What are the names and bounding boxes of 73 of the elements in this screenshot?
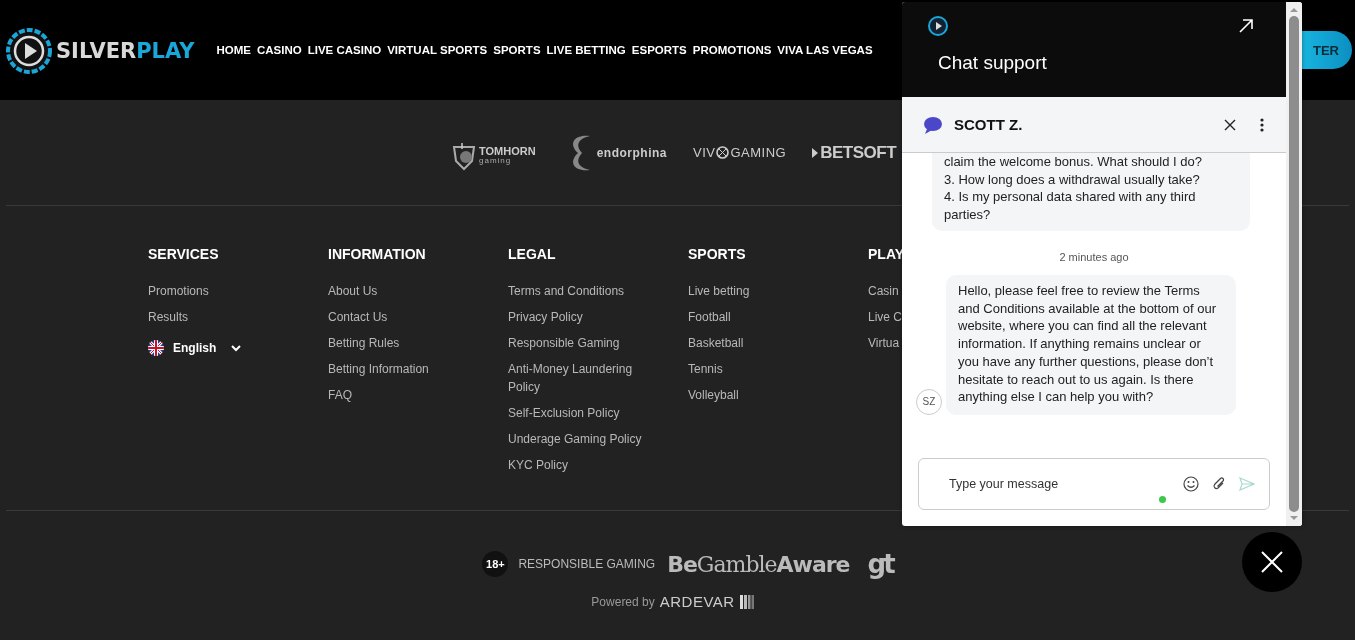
column-heading: SERVICES <box>148 246 219 262</box>
nav-link[interactable]: CASINO <box>256 44 302 56</box>
footer-link[interactable]: Results <box>148 308 188 326</box>
language-selector[interactable]: English <box>173 341 217 355</box>
tomhorn-logo-subtext: gaming <box>479 157 513 165</box>
nav-link[interactable]: SPORTS <box>493 44 541 56</box>
expand-icon[interactable] <box>1238 18 1254 34</box>
paperclip-icon[interactable] <box>1212 476 1226 492</box>
logo-text: SILVERPLAY <box>56 39 195 63</box>
nav-link[interactable]: VIVA LAS VEGAS <box>777 44 873 56</box>
close-chat-button[interactable] <box>1242 532 1302 592</box>
more-options-icon[interactable] <box>1260 117 1264 132</box>
chevron-down-icon[interactable] <box>231 344 242 352</box>
footer-link[interactable]: Promotions <box>148 282 209 300</box>
begambleaware-logo: BeGambleAware <box>667 551 850 577</box>
footer-link[interactable]: Volleyball <box>688 386 739 404</box>
vivo-logo-text: VIV <box>693 145 716 160</box>
play-logo-icon <box>928 16 948 36</box>
column-heading: SPORTS <box>688 246 746 262</box>
shield-logo-icon <box>452 140 476 171</box>
message-text-input[interactable]: Type your message <box>947 476 1170 492</box>
footer-link[interactable]: Contact Us <box>328 308 388 326</box>
nav-link[interactable]: ESPORTS <box>631 44 687 56</box>
nav-link[interactable]: PROMOTIONS <box>692 44 772 56</box>
footer-link[interactable]: Live C <box>868 308 902 326</box>
footer-link[interactable]: Underage Gaming Policy <box>508 430 642 448</box>
endorphina-logo-text: endorphina <box>596 145 667 160</box>
nav-link[interactable]: LIVE BETTING <box>546 44 626 56</box>
footer-link[interactable]: Basketball <box>688 334 744 352</box>
footer-link[interactable]: Football <box>688 308 731 326</box>
nav-link[interactable]: LIVE CASINO <box>307 44 382 56</box>
message-time: 2 minutes ago <box>1059 251 1129 263</box>
powered-by-text: Powered by <box>591 594 655 609</box>
footer-link[interactable]: About Us <box>328 282 378 300</box>
ball-icon <box>716 146 730 159</box>
tomhorn-logo-text: TOMHORN <box>479 146 536 157</box>
age-badge: 18+ <box>482 551 509 577</box>
footer-link[interactable]: Terms and Conditions <box>508 282 625 300</box>
chat-bubble-icon <box>922 114 944 135</box>
footer-link[interactable]: FAQ <box>328 386 352 404</box>
triangle-icon <box>812 147 819 158</box>
footer-link[interactable]: Anti-Money Laundering Policy <box>508 360 648 396</box>
column-heading: LEGAL <box>508 246 556 262</box>
emoji-icon[interactable] <box>1183 476 1199 492</box>
footer-link[interactable]: Live betting <box>688 282 750 300</box>
message-bubble: claim the welcome bonus. What should I do? 3. How long does a withdrawal usually take? 4. Is my personal data shared with any third parties? <box>932 153 1250 231</box>
bars-icon <box>739 594 754 609</box>
footer-link[interactable]: Virtua <box>868 334 900 352</box>
register-button[interactable]: TER <box>1302 31 1352 69</box>
gaming-logo-text: GAMING <box>730 145 787 160</box>
column-heading: PLAY <box>868 246 905 262</box>
ardevar-logo-text: ARDEVAR <box>659 593 735 610</box>
footer-link[interactable]: Self-Exclusion Policy <box>508 404 620 422</box>
betsoft-logo-text: BETSOFT <box>820 142 897 163</box>
nav-link[interactable]: HOME <box>216 44 251 56</box>
nav-link[interactable]: VIRTUAL SPORTS <box>387 44 488 56</box>
responsible-gaming-text: RESPONSIBLE GAMING <box>518 557 656 571</box>
column-heading: INFORMATION <box>328 246 426 262</box>
footer-link[interactable]: Privacy Policy <box>508 308 583 326</box>
agent-name: SCOTT Z. <box>954 116 1024 133</box>
gt-logo: gt <box>867 549 893 579</box>
chat-title: Chat support <box>938 52 1048 74</box>
message-input[interactable]: Type your message <box>918 458 1270 510</box>
footer-link[interactable]: Responsible Gaming <box>508 334 620 352</box>
footer-link[interactable]: Tennis <box>688 360 723 378</box>
footer-link[interactable]: Betting Rules <box>328 334 400 352</box>
message-bubble: Hello, please feel free to review the Terms and Conditions available at the bottom of our website, where you can find all the relevant information. If anything remains unclear or you have any further questions, please don’t hesitate to reach out to us again. Is there anything else I can help you with? <box>946 275 1236 415</box>
play-logo-icon <box>6 28 52 74</box>
footer-link[interactable]: Casin <box>868 282 899 300</box>
close-icon[interactable] <box>1224 118 1236 131</box>
footer-link[interactable]: Betting Information <box>328 360 429 378</box>
footer-link[interactable]: KYC Policy <box>508 456 569 474</box>
flag-icon <box>148 340 164 356</box>
